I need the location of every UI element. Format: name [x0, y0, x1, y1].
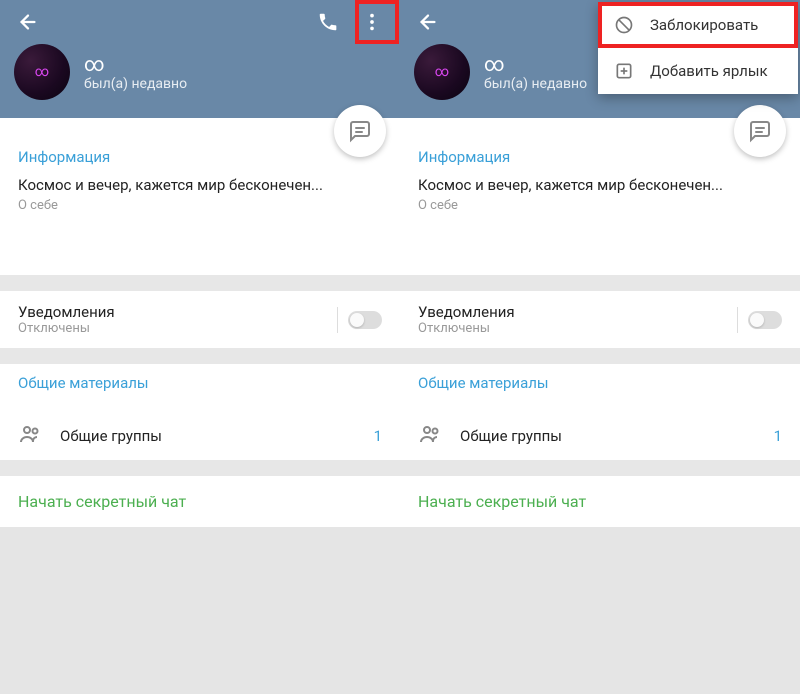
- shared-heading: Общие материалы: [418, 374, 782, 392]
- notifications-row[interactable]: Уведомления Отключены: [400, 291, 800, 348]
- notifications-status: Отключены: [418, 321, 515, 336]
- notifications-toggle[interactable]: [748, 311, 782, 329]
- message-icon: [348, 119, 372, 143]
- groups-icon: [418, 422, 442, 446]
- groups-icon: [18, 422, 42, 446]
- notifications-title: Уведомления: [418, 303, 515, 321]
- left-header: ∞ был(а) недавно: [0, 0, 400, 118]
- back-button[interactable]: [408, 2, 448, 42]
- shared-groups-row[interactable]: Общие группы 1: [0, 412, 400, 460]
- profile-name: ∞: [84, 52, 187, 76]
- right-pane: ∞ был(а) недавно Заблокировать Добавить …: [400, 0, 800, 694]
- shared-heading: Общие материалы: [18, 374, 382, 392]
- info-heading: Информация: [18, 148, 382, 166]
- block-label: Заблокировать: [650, 16, 758, 34]
- divider: [337, 307, 338, 333]
- options-dropdown: Заблокировать Добавить ярлык: [598, 2, 798, 94]
- shared-groups-label: Общие группы: [460, 427, 562, 445]
- shared-groups-label: Общие группы: [60, 427, 162, 445]
- more-button[interactable]: [352, 2, 392, 42]
- bio-text: Космос и вечер, кажется мир бесконечен..…: [418, 176, 782, 194]
- message-icon: [748, 119, 772, 143]
- block-icon: [614, 15, 634, 35]
- notifications-row[interactable]: Уведомления Отключены: [0, 291, 400, 348]
- left-pane: ∞ был(а) недавно Информация Космос и веч…: [0, 0, 400, 694]
- secret-chat-button[interactable]: Начать секретный чат: [400, 476, 800, 527]
- profile-status: был(а) недавно: [84, 76, 187, 92]
- add-shortcut-icon: [614, 61, 634, 81]
- arrow-left-icon: [17, 11, 39, 33]
- profile-status: был(а) недавно: [484, 76, 587, 92]
- profile-name: ∞: [484, 52, 587, 76]
- bio-text: Космос и вечер, кажется мир бесконечен..…: [18, 176, 382, 194]
- bio-label: О себе: [418, 198, 782, 213]
- back-button[interactable]: [8, 2, 48, 42]
- add-shortcut-item[interactable]: Добавить ярлык: [598, 48, 798, 94]
- bio-label: О себе: [18, 198, 382, 213]
- shared-groups-count: 1: [774, 427, 782, 445]
- secret-chat-button[interactable]: Начать секретный чат: [0, 476, 400, 527]
- more-vert-icon: [361, 11, 383, 33]
- message-fab[interactable]: [334, 105, 386, 157]
- notifications-toggle[interactable]: [348, 311, 382, 329]
- divider: [737, 307, 738, 333]
- shared-groups-count: 1: [374, 427, 382, 445]
- shared-groups-row[interactable]: Общие группы 1: [400, 412, 800, 460]
- arrow-left-icon: [417, 11, 439, 33]
- call-button[interactable]: [308, 2, 348, 42]
- message-fab[interactable]: [734, 105, 786, 157]
- add-shortcut-label: Добавить ярлык: [650, 62, 768, 80]
- block-user-item[interactable]: Заблокировать: [598, 2, 798, 48]
- phone-icon: [317, 11, 339, 33]
- avatar[interactable]: [14, 44, 70, 100]
- info-heading: Информация: [418, 148, 782, 166]
- notifications-title: Уведомления: [18, 303, 115, 321]
- avatar[interactable]: [414, 44, 470, 100]
- notifications-status: Отключены: [18, 321, 115, 336]
